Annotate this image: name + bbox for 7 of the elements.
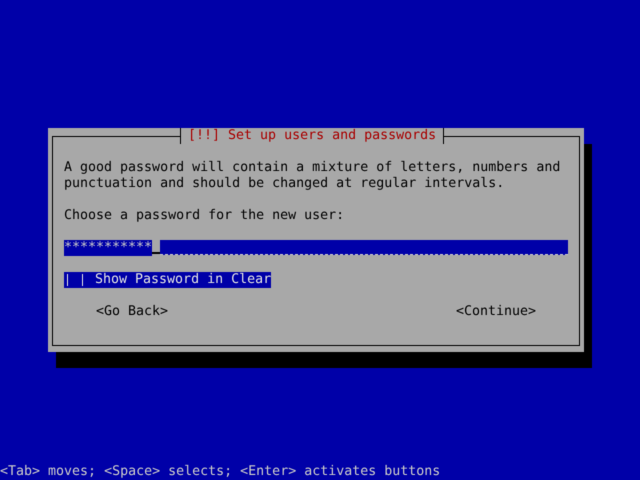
checkbox[interactable] — [67, 274, 83, 286]
status-bar-hint: <Tab> moves; <Space> selects; <Enter> activates buttons — [0, 464, 442, 480]
dialog-title: [!!] Set up users and passwords — [180, 128, 444, 144]
continue-button[interactable]: <Continue> — [456, 304, 536, 320]
go-back-button[interactable]: <Go Back> — [96, 304, 168, 320]
prompt-label: Choose a password for the new user: — [64, 208, 346, 224]
message-text: A good password will contain a mixture of letters, numbers and punctuation and should be changed at regular intervals. — [64, 160, 562, 192]
